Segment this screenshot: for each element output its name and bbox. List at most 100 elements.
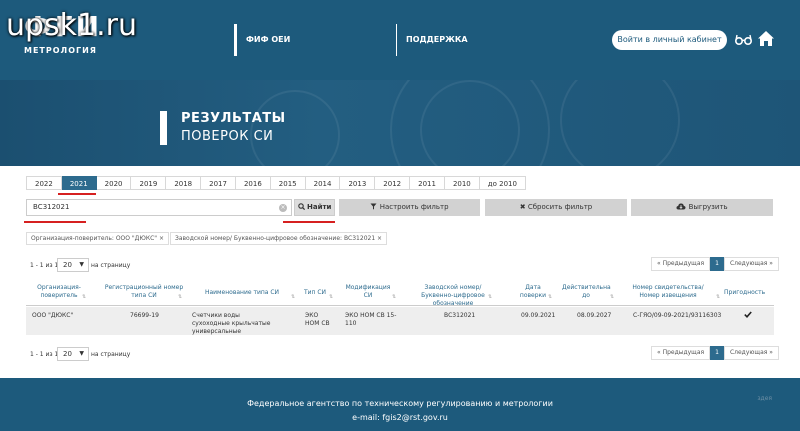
search-icon bbox=[297, 203, 305, 211]
year-tab[interactable]: 2018 bbox=[166, 176, 202, 190]
year-tabs: 2022 2021 2020 2019 2018 2017 2016 2015 2014 2013… bbox=[26, 176, 526, 190]
year-tab[interactable]: 2022 bbox=[26, 176, 62, 190]
next-page-button[interactable]: Следующая » bbox=[723, 346, 779, 360]
configure-filter-button[interactable]: Настроить фильтр bbox=[339, 199, 480, 216]
close-icon: ✖ bbox=[519, 203, 526, 211]
header: ФГИ МЕТРОЛОГИЯ upsk1.ru ФИФ ОЕИ ПОДДЕРЖК… bbox=[0, 0, 800, 80]
year-tab[interactable]: 2015 bbox=[270, 176, 306, 190]
year-tab[interactable]: 2019 bbox=[131, 176, 167, 190]
watermark: upsk1.ru bbox=[6, 8, 138, 43]
column-header-suitability[interactable]: Пригодность bbox=[724, 289, 765, 297]
page-1-button[interactable]: 1 bbox=[710, 346, 724, 360]
year-tab[interactable]: 2013 bbox=[340, 176, 376, 190]
reset-filter-label: Сбросить фильтр bbox=[527, 203, 593, 211]
find-button[interactable]: Найти bbox=[294, 199, 335, 216]
cell-reg-number[interactable]: 76699-19 bbox=[130, 312, 159, 320]
cell-valid-until: 08.09.2027 bbox=[577, 312, 612, 319]
chevron-down-icon: ▼ bbox=[79, 261, 84, 268]
glasses-icon[interactable] bbox=[735, 33, 752, 47]
column-header-type[interactable]: Тип СИ bbox=[302, 289, 328, 297]
filter-chip-serial[interactable]: Заводской номер/ Буквенно-цифровое обозн… bbox=[170, 232, 388, 245]
year-tab[interactable]: 2012 bbox=[375, 176, 411, 190]
banner-accent-bar bbox=[160, 111, 167, 145]
year-tab[interactable]: 2014 bbox=[305, 176, 341, 190]
nav-fif-oei[interactable]: ФИФ ОЕИ bbox=[234, 24, 290, 56]
column-header-modification[interactable]: Модификация СИ bbox=[344, 284, 392, 300]
per-page-value: 20 bbox=[63, 350, 72, 358]
search-input[interactable]: ВС312021 × bbox=[26, 199, 292, 216]
per-page-select[interactable]: 20 ▼ bbox=[57, 258, 89, 272]
footer-agency: Федеральное агентство по техническому ре… bbox=[247, 399, 553, 408]
home-icon[interactable] bbox=[757, 30, 775, 47]
export-button[interactable]: Выгрузить bbox=[631, 199, 773, 216]
per-page-select[interactable]: 20 ▼ bbox=[57, 347, 89, 361]
prev-page-button[interactable]: « Предыдущая bbox=[651, 257, 711, 271]
sort-icon[interactable]: ⇅ bbox=[488, 294, 492, 300]
column-header-valid-until[interactable]: Действительна до bbox=[562, 284, 611, 300]
year-tab[interactable]: 2020 bbox=[96, 176, 132, 190]
highlight-underline bbox=[24, 221, 86, 223]
find-label: Найти bbox=[306, 203, 332, 211]
check-icon bbox=[744, 311, 752, 318]
year-tab[interactable]: 2016 bbox=[235, 176, 271, 190]
nav-support[interactable]: ПОДДЕРЖКА bbox=[396, 24, 468, 56]
pagination-info: 1 - 1 из 1 bbox=[30, 351, 59, 358]
year-tab[interactable]: до 2010 bbox=[479, 176, 526, 190]
year-tab[interactable]: 2021 bbox=[61, 176, 97, 190]
sort-icon[interactable]: ⇅ bbox=[610, 294, 614, 300]
results-table-header: Организация-поверитель Регистрационный н… bbox=[26, 280, 774, 308]
pagination-info: 1 - 1 из 1 bbox=[30, 262, 59, 269]
filter-chip-org[interactable]: Организация-поверитель: ООО "ДЮКС" × bbox=[26, 232, 169, 245]
year-tab[interactable]: 2017 bbox=[201, 176, 236, 190]
column-header-org[interactable]: Организация-поверитель bbox=[34, 284, 84, 300]
reset-filter-button[interactable]: ✖ Сбросить фильтр bbox=[485, 199, 627, 216]
sort-icon[interactable]: ⇅ bbox=[329, 294, 333, 300]
column-header-certificate[interactable]: Номер свидетельства/ Номер извещения bbox=[626, 284, 710, 300]
page-banner: РЕЗУЛЬТАТЫ ПОВЕРОК СИ bbox=[0, 80, 800, 166]
search-value: ВС312021 bbox=[33, 203, 70, 211]
page-subtitle: ПОВЕРОК СИ bbox=[181, 129, 274, 144]
filter-icon bbox=[370, 203, 377, 210]
highlight-underline bbox=[283, 221, 335, 223]
sort-icon[interactable]: ⇅ bbox=[392, 294, 396, 300]
sort-icon[interactable]: ⇅ bbox=[548, 294, 552, 300]
sort-icon[interactable]: ⇅ bbox=[82, 294, 86, 300]
pagination-top: « Предыдущая 1 Следующая » bbox=[651, 257, 779, 271]
footer-note: здея bbox=[757, 395, 772, 402]
page-title: РЕЗУЛЬТАТЫ bbox=[181, 111, 286, 126]
banner-decoration bbox=[250, 90, 340, 166]
sort-icon[interactable]: ⇅ bbox=[178, 294, 182, 300]
configure-filter-label: Настроить фильтр bbox=[379, 203, 449, 211]
cell-certificate[interactable]: С-ГЯО/09-09-2021/93116303 bbox=[633, 312, 721, 320]
cell-modification: ЭКО НОМ СВ 15-110 bbox=[345, 312, 397, 327]
year-tab[interactable]: 2010 bbox=[444, 176, 480, 190]
footer-email[interactable]: e-mail: fgis2@rst.gov.ru bbox=[0, 413, 800, 422]
pagination-bottom: « Предыдущая 1 Следующая » bbox=[651, 346, 779, 360]
year-tab[interactable]: 2011 bbox=[410, 176, 445, 190]
column-header-serial[interactable]: Заводской номер/ Буквенно-цифровое обозн… bbox=[408, 284, 498, 308]
page-1-button[interactable]: 1 bbox=[710, 257, 724, 271]
per-page-label: на страницу bbox=[91, 262, 131, 269]
table-row[interactable]: ООО "ДЮКС" 76699-19 Счетчики воды сухохо… bbox=[26, 307, 774, 335]
per-page-label: на страницу bbox=[91, 351, 131, 358]
column-header-date[interactable]: Дата поверки bbox=[518, 284, 548, 300]
export-label: Выгрузить bbox=[688, 203, 728, 211]
footer: Федеральное агентство по техническому ре… bbox=[0, 378, 800, 431]
column-header-reg-number[interactable]: Регистрационный номер типа СИ bbox=[104, 284, 184, 300]
cell-serial: ВС312021 bbox=[444, 312, 476, 319]
sort-icon[interactable]: ⇅ bbox=[291, 294, 295, 300]
prev-page-button[interactable]: « Предыдущая bbox=[651, 346, 711, 360]
highlight-underline bbox=[58, 193, 96, 195]
cloud-download-icon bbox=[676, 203, 686, 210]
chevron-down-icon: ▼ bbox=[79, 350, 84, 357]
next-page-button[interactable]: Следующая » bbox=[723, 257, 779, 271]
banner-decoration bbox=[560, 80, 680, 166]
per-page-value: 20 bbox=[63, 261, 72, 269]
column-header-type-name[interactable]: Наименование типа СИ bbox=[202, 289, 282, 297]
login-button[interactable]: Войти в личный кабинет bbox=[612, 30, 727, 50]
cell-org: ООО "ДЮКС" bbox=[32, 312, 74, 319]
cell-date: 09.09.2021 bbox=[521, 312, 556, 319]
sort-icon[interactable]: ⇅ bbox=[716, 294, 720, 300]
logo-subtitle: МЕТРОЛОГИЯ bbox=[24, 46, 97, 55]
clear-icon[interactable]: × bbox=[279, 204, 287, 212]
